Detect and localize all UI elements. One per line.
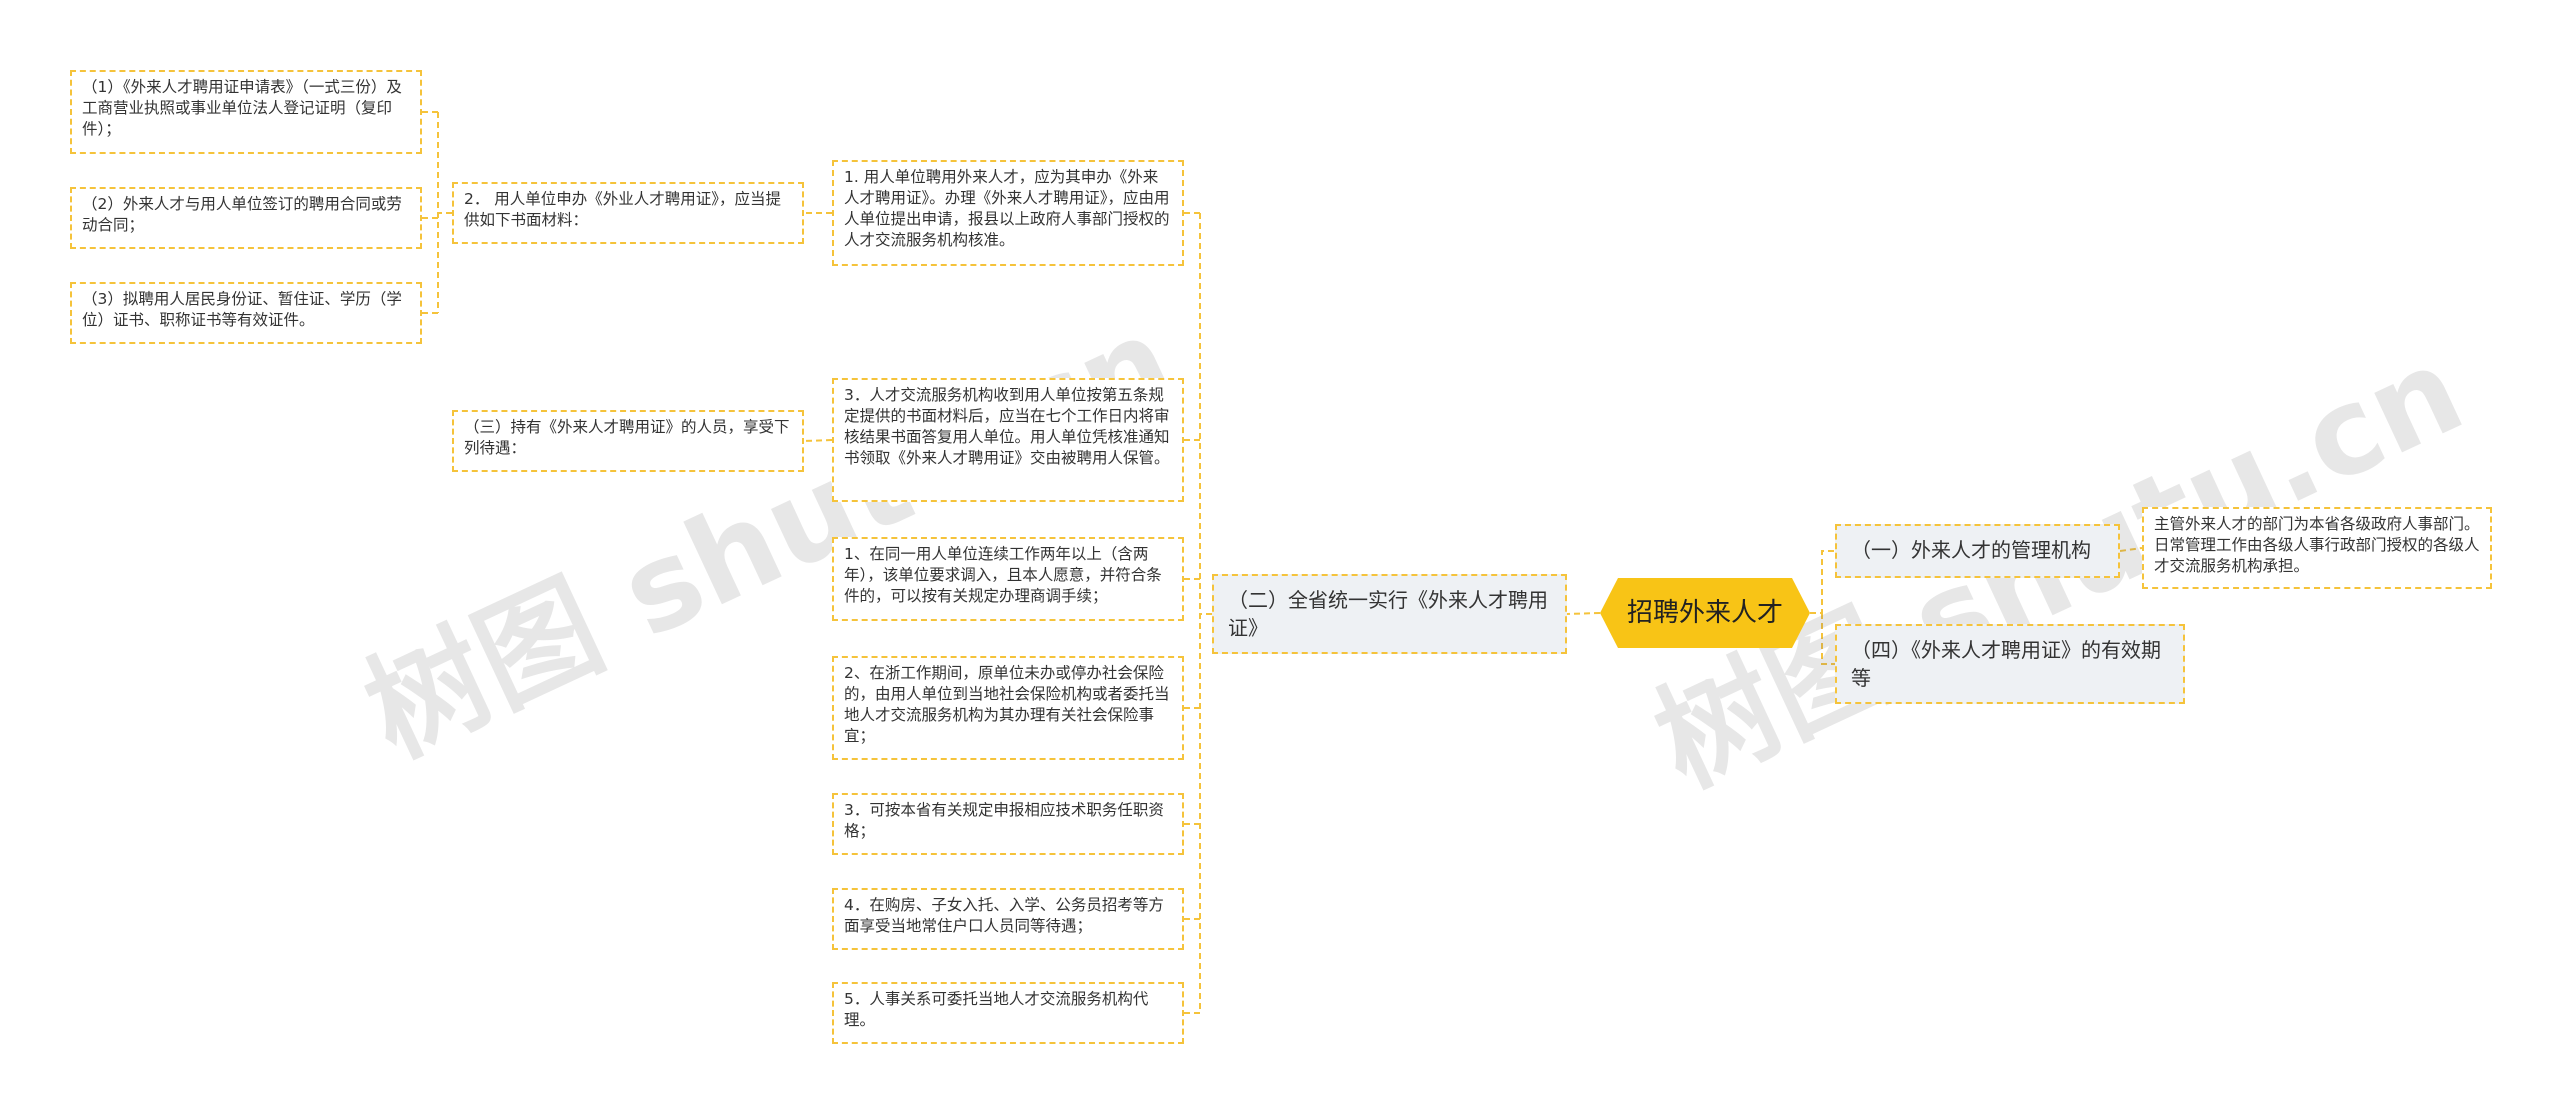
node-material-2[interactable]: （2）外来人才与用人单位签订的聘用合同或劳动合同； [70, 187, 422, 249]
node-benefit-4[interactable]: 4．在购房、子女入托、入学、公务员招考等方面享受当地常住户口人员同等待遇； [832, 888, 1184, 950]
node-validity[interactable]: （四）《外来人才聘用证》的有效期等 [1835, 624, 2185, 704]
node-material-1-label: （1）《外来人才聘用证申请表》（一式三份）及工商营业执照或事业单位法人登记证明（… [82, 78, 402, 138]
node-benefit-3[interactable]: 3．可按本省有关规定申报相应技术职务任职资格； [832, 793, 1184, 855]
link-root-unified [1566, 612, 1601, 615]
node-management-detail[interactable]: 主管外来人才的部门为本省各级政府人事部门。日常管理工作由各级人事行政部门授权的各… [2142, 507, 2492, 589]
node-management[interactable]: （一）外来人才的管理机构 [1835, 524, 2120, 578]
node-benefit-1[interactable]: 1、在同一用人单位连续工作两年以上（含两年），该单位要求调入，且本人愿意，并符合… [832, 537, 1184, 621]
node-benefit-1-label: 1、在同一用人单位连续工作两年以上（含两年），该单位要求调入，且本人愿意，并符合… [844, 545, 1162, 605]
root-node[interactable]: 招聘外来人才 [1600, 578, 1810, 648]
node-benefit-2-label: 2、在浙工作期间，原单位未办或停办社会保险的，由用人单位到当地社会保险机构或者委… [844, 664, 1170, 745]
node-benefits-heading[interactable]: （三）持有《外来人才聘用证》的人员，享受下列待遇： [452, 410, 804, 472]
link-review-benefits [803, 439, 833, 442]
node-benefits-heading-label: （三）持有《外来人才聘用证》的人员，享受下列待遇： [464, 418, 790, 457]
node-management-detail-label: 主管外来人才的部门为本省各级政府人事部门。日常管理工作由各级人事行政部门授权的各… [2154, 515, 2480, 575]
node-management-label: （一）外来人才的管理机构 [1851, 538, 2091, 562]
link-root-management [1810, 550, 1835, 614]
node-review-result[interactable]: 3．人才交流服务机构收到用人单位按第五条规定提供的书面材料后，应当在七个工作日内… [832, 378, 1184, 502]
node-unified-permit-label: （二）全省统一实行《外来人才聘用证》 [1228, 588, 1548, 640]
node-benefit-5[interactable]: 5．人事关系可委托当地人才交流服务机构代理。 [832, 982, 1184, 1044]
root-label: 招聘外来人才 [1626, 598, 1783, 628]
node-material-3[interactable]: （3）拟聘用人居民身份证、暂住证、学历（学位）证书、职称证书等有效证件。 [70, 282, 422, 344]
mindmap-canvas: 树图 shutu.cn 树图 shutu.cn 招聘外来人才 （一）外来人才的管… [0, 0, 2560, 1113]
node-unified-permit[interactable]: （二）全省统一实行《外来人才聘用证》 [1212, 574, 1567, 654]
node-benefit-5-label: 5．人事关系可委托当地人才交流服务机构代理。 [844, 990, 1149, 1029]
node-review-result-label: 3．人才交流服务机构收到用人单位按第五条规定提供的书面材料后，应当在七个工作日内… [844, 386, 1170, 467]
node-materials[interactable]: 2． 用人单位申办《外业人才聘用证》，应当提供如下书面材料： [452, 182, 804, 244]
node-apply-permit-label: 1. 用人单位聘用外来人才，应为其申办《外来人才聘用证》。办理《外来人才聘用证》… [844, 168, 1170, 249]
node-material-2-label: （2）外来人才与用人单位签订的聘用合同或劳动合同； [82, 195, 402, 234]
node-material-1[interactable]: （1）《外来人才聘用证申请表》（一式三份）及工商营业执照或事业单位法人登记证明（… [70, 70, 422, 154]
link-root-validity [1821, 613, 1835, 665]
node-validity-label: （四）《外来人才聘用证》的有效期等 [1851, 638, 2161, 690]
node-benefit-2[interactable]: 2、在浙工作期间，原单位未办或停办社会保险的，由用人单位到当地社会保险机构或者委… [832, 656, 1184, 760]
node-material-3-label: （3）拟聘用人居民身份证、暂住证、学历（学位）证书、职称证书等有效证件。 [82, 290, 402, 329]
node-benefit-4-label: 4．在购房、子女入托、入学、公务员招考等方面享受当地常住户口人员同等待遇； [844, 896, 1164, 935]
node-apply-permit[interactable]: 1. 用人单位聘用外来人才，应为其申办《外来人才聘用证》。办理《外来人才聘用证》… [832, 160, 1184, 266]
node-benefit-3-label: 3．可按本省有关规定申报相应技术职务任职资格； [844, 801, 1164, 840]
link-management-detail [2119, 547, 2143, 552]
node-materials-label: 2． 用人单位申办《外业人才聘用证》，应当提供如下书面材料： [464, 190, 782, 229]
